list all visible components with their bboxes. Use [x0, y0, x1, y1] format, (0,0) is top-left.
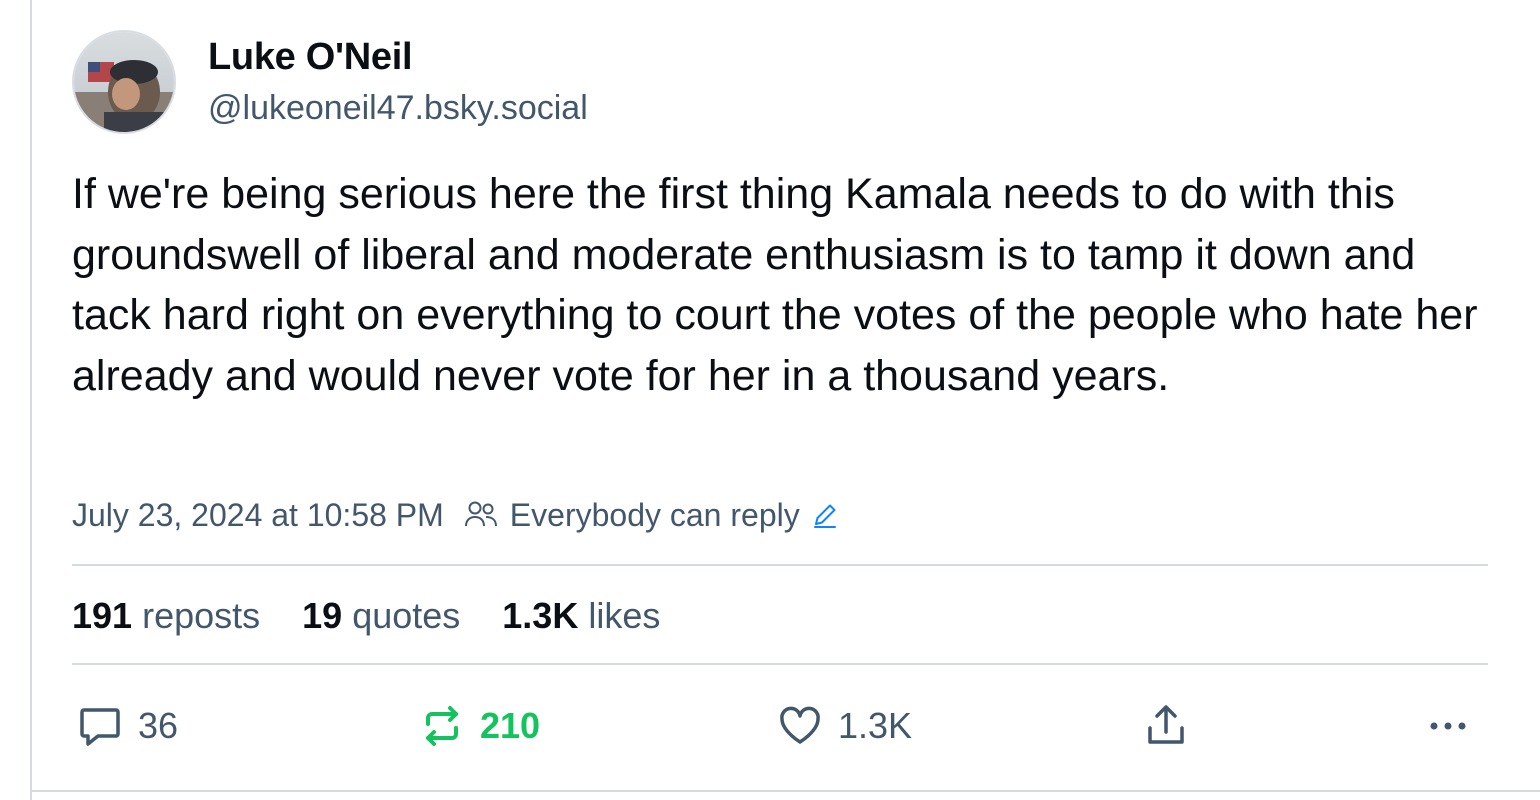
- quotes-label: quotes: [352, 595, 461, 636]
- reply-setting[interactable]: Everybody can reply: [464, 497, 852, 534]
- avatar[interactable]: [72, 30, 176, 134]
- reposts-stat[interactable]: 191 reposts: [72, 595, 260, 637]
- share-button[interactable]: [1142, 700, 1204, 752]
- people-icon: [464, 501, 497, 527]
- like-count: 1.3K: [838, 705, 913, 746]
- reply-button[interactable]: 36: [76, 700, 178, 752]
- repost-button[interactable]: 210: [418, 700, 540, 752]
- post-meta: July 23, 2024 at 10:58 PM Everybody can …: [72, 494, 852, 536]
- avatar-photo: [74, 32, 174, 132]
- repost-arrows-icon: [426, 706, 458, 746]
- reply-count: 36: [138, 705, 179, 746]
- reply-setting-label: Everybody can reply: [509, 496, 800, 533]
- like-button[interactable]: 1.3K: [776, 700, 912, 752]
- likes-count: 1.3K: [502, 595, 579, 636]
- more-dots-icon: [1430, 722, 1466, 730]
- post-thread-item: Luke O'Neil @lukeoneil47.bsky.social If …: [72, 0, 1488, 790]
- divider: [72, 663, 1488, 665]
- heart-icon: [780, 706, 820, 744]
- share-upload-icon: [1148, 705, 1184, 744]
- pencil-icon: [813, 504, 836, 528]
- frame-bottom-border: [30, 790, 1540, 792]
- quotes-stat[interactable]: 19 quotes: [302, 595, 460, 637]
- repost-count: 210: [480, 705, 541, 746]
- quotes-count: 19: [302, 595, 343, 636]
- likes-label: likes: [588, 595, 661, 636]
- author-display-name[interactable]: Luke O'Neil: [208, 36, 588, 79]
- author-handle[interactable]: @lukeoneil47.bsky.social: [208, 89, 588, 128]
- reposts-label: reposts: [142, 595, 261, 636]
- divider: [72, 564, 1488, 566]
- more-options-button[interactable]: [1424, 700, 1486, 752]
- likes-stat[interactable]: 1.3K likes: [502, 595, 660, 637]
- post-text: If we're being serious here the first th…: [72, 170, 1478, 400]
- post-timestamp[interactable]: July 23, 2024 at 10:58 PM: [72, 497, 444, 534]
- engagement-stats: 191 reposts 19 quotes 1.3K likes: [72, 594, 702, 638]
- speech-bubble-icon: [80, 708, 120, 746]
- author-block: Luke O'Neil @lukeoneil47.bsky.social: [208, 36, 588, 128]
- reposts-count: 191: [72, 595, 133, 636]
